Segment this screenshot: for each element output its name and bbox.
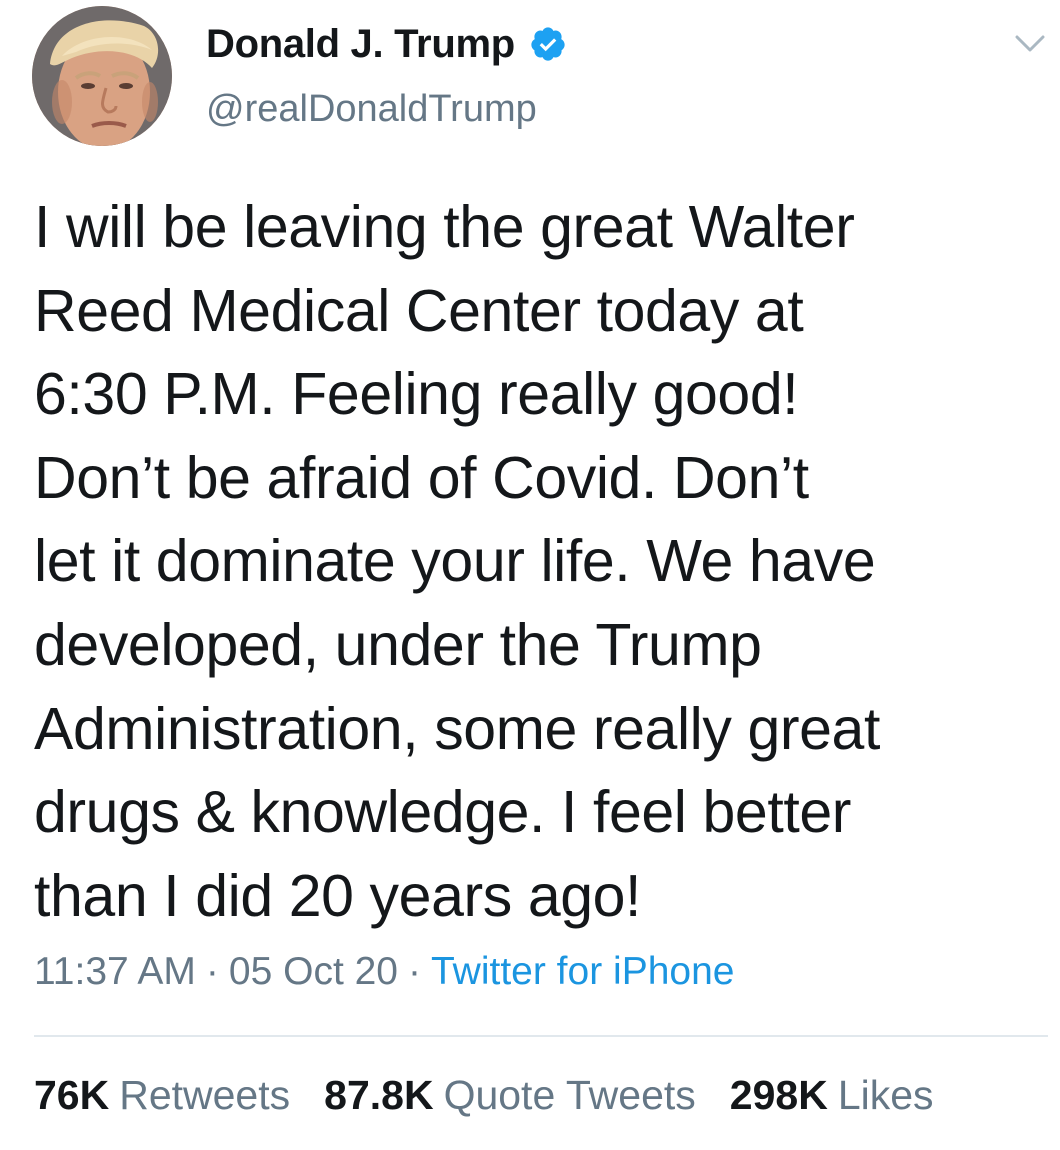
display-name[interactable]: Donald J. Trump bbox=[206, 22, 515, 67]
tweet-time[interactable]: 11:37 AM bbox=[34, 950, 196, 993]
retweets-count: 76K bbox=[34, 1072, 110, 1118]
user-handle[interactable]: @realDonaldTrump bbox=[206, 88, 537, 131]
quote-tweets-label: Quote Tweets bbox=[443, 1072, 696, 1118]
meta-separator: · bbox=[205, 950, 219, 993]
likes-label: Likes bbox=[837, 1072, 934, 1118]
quote-tweets-stat[interactable]: 87.8K Quote Tweets bbox=[324, 1072, 696, 1119]
verified-badge-icon bbox=[529, 25, 567, 63]
chevron-down-icon[interactable] bbox=[1014, 30, 1046, 56]
tweet-meta: 11:37 AM · 05 Oct 20 · Twitter for iPhone bbox=[34, 950, 734, 994]
name-row: Donald J. Trump bbox=[206, 18, 567, 70]
avatar-image bbox=[32, 6, 172, 146]
tweet-date[interactable]: 05 Oct 20 bbox=[229, 950, 398, 993]
meta-separator: · bbox=[408, 950, 421, 993]
engagement-stats: 76K Retweets 87.8K Quote Tweets 298K Likes bbox=[34, 1072, 934, 1119]
likes-stat[interactable]: 298K Likes bbox=[730, 1072, 934, 1119]
avatar[interactable] bbox=[32, 6, 172, 146]
retweets-label: Retweets bbox=[119, 1072, 291, 1118]
quote-tweets-count: 87.8K bbox=[324, 1072, 434, 1118]
tweet-card: Donald J. Trump @realDonaldTrump I will … bbox=[0, 0, 1060, 1150]
tweet-text: I will be leaving the great Walter Reed … bbox=[34, 194, 880, 929]
likes-count: 298K bbox=[729, 1072, 828, 1118]
retweets-stat[interactable]: 76K Retweets bbox=[34, 1072, 290, 1119]
tweet-source-link[interactable]: Twitter for iPhone bbox=[431, 950, 734, 993]
divider bbox=[34, 1035, 1048, 1037]
